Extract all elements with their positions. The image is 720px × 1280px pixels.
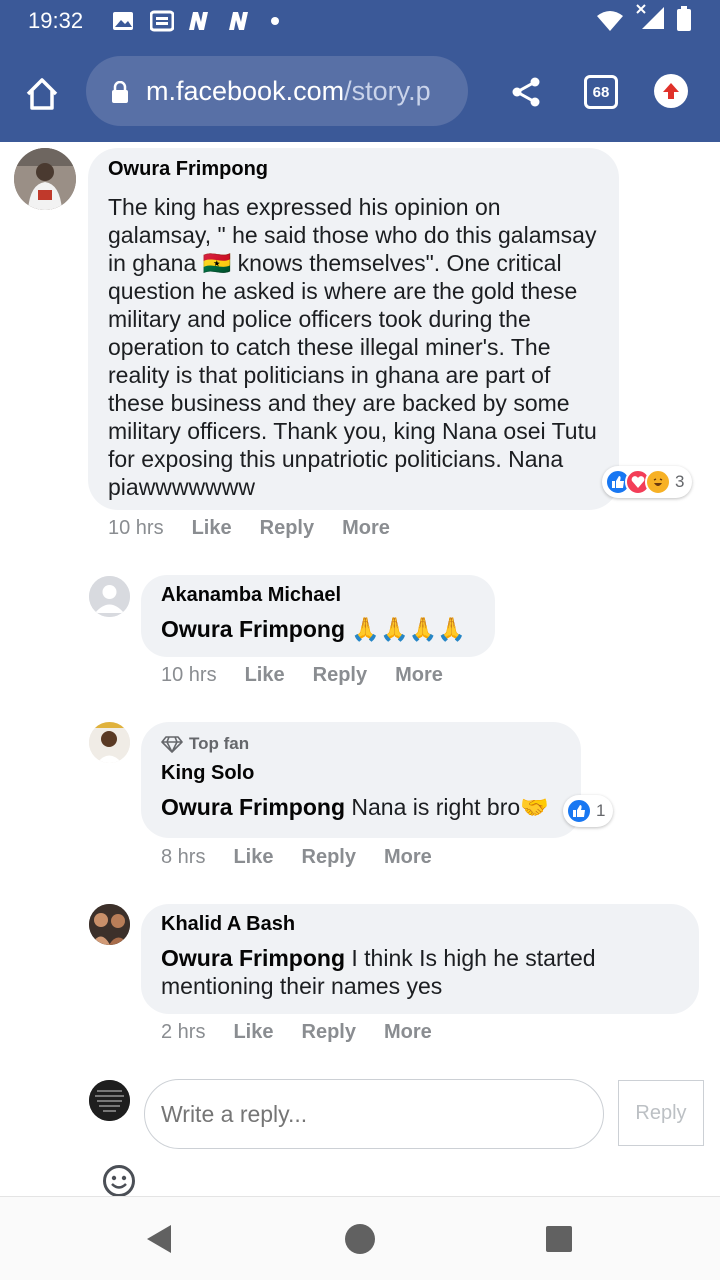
reaction-count: 1 xyxy=(596,801,606,820)
recents-icon[interactable] xyxy=(545,1225,573,1258)
url-path: /story.p xyxy=(344,76,431,106)
browser-top-bar: 19:32 m.facebook.com/story.p 68 xyxy=(0,0,720,142)
reaction-count: 3 xyxy=(675,472,685,491)
mention-link[interactable]: Owura Frimpong xyxy=(161,794,345,820)
reply-author[interactable]: King Solo xyxy=(161,762,561,785)
reply-body: Nana is right bro🤝 xyxy=(345,794,549,820)
comment-bubble: Owura Frimpong The king has expressed hi… xyxy=(88,148,619,510)
more-button[interactable]: More xyxy=(342,517,390,540)
comment-actions: 10 hrs Like Reply More xyxy=(108,517,418,540)
lock-icon xyxy=(110,80,130,108)
avatar[interactable] xyxy=(89,904,130,945)
more-button[interactable]: More xyxy=(384,1021,432,1044)
update-icon[interactable] xyxy=(654,74,688,108)
url-domain: m.facebook.com xyxy=(146,76,345,106)
back-icon[interactable] xyxy=(144,1223,174,1260)
comment-time[interactable]: 10 hrs xyxy=(108,517,164,540)
signal-icon xyxy=(634,4,666,29)
home-nav-icon[interactable] xyxy=(343,1222,377,1261)
home-icon[interactable] xyxy=(22,74,62,114)
url-row: m.facebook.com/story.p 68 xyxy=(0,56,720,128)
reply-body: 🙏🙏🙏🙏 xyxy=(345,616,466,642)
share-icon[interactable] xyxy=(508,74,544,115)
like-reaction-icon xyxy=(566,798,592,824)
top-fan-badge: Top fan xyxy=(161,734,561,754)
avatar[interactable] xyxy=(14,148,76,210)
like-button[interactable]: Like xyxy=(192,517,232,540)
n-app-icon xyxy=(186,10,212,32)
diamond-icon xyxy=(161,735,183,753)
url-text: m.facebook.com/story.p xyxy=(146,76,456,107)
reply-text: Owura Frimpong Nana is right bro🤝 xyxy=(161,793,561,821)
news-icon xyxy=(150,10,174,32)
reply-input[interactable] xyxy=(144,1079,604,1149)
reply-time[interactable]: 2 hrs xyxy=(161,1021,205,1044)
like-button[interactable]: Like xyxy=(233,1021,273,1044)
emoji-icon[interactable] xyxy=(102,1164,136,1198)
top-fan-label: Top fan xyxy=(189,734,250,753)
reply-author[interactable]: Akanamba Michael xyxy=(161,584,475,607)
comment-author[interactable]: Owura Frimpong xyxy=(108,158,599,181)
tab-switcher-button[interactable]: 68 xyxy=(584,75,618,109)
status-time: 19:32 xyxy=(28,8,84,33)
reply-bubble: Akanamba Michael Owura Frimpong 🙏🙏🙏🙏 xyxy=(141,575,495,657)
battery-icon xyxy=(676,6,692,31)
reply-button[interactable]: Reply xyxy=(260,517,314,540)
haha-reaction-icon xyxy=(645,469,671,495)
system-navigation-bar xyxy=(0,1196,720,1280)
mention-link[interactable]: Owura Frimpong xyxy=(161,616,345,642)
more-button[interactable]: More xyxy=(384,846,432,869)
reply-button[interactable]: Reply xyxy=(313,664,367,687)
status-bar: 19:32 xyxy=(0,0,720,44)
reply-bubble: Khalid A Bash Owura Frimpong I think Is … xyxy=(141,904,699,1014)
reply-text: Owura Frimpong 🙏🙏🙏🙏 xyxy=(161,615,475,643)
reply-actions: 2 hrs Like Reply More xyxy=(161,1021,460,1044)
gallery-icon xyxy=(112,10,134,32)
dot-icon xyxy=(270,10,280,32)
reaction-summary[interactable]: 1 xyxy=(563,795,614,827)
reply-button[interactable]: Reply xyxy=(302,1021,356,1044)
reply-text: Owura Frimpong I think Is high he starte… xyxy=(161,944,679,1000)
like-button[interactable]: Like xyxy=(245,664,285,687)
comment-text: The king has expressed his opinion on ga… xyxy=(108,194,597,500)
avatar xyxy=(89,1080,130,1121)
mention-link[interactable]: Owura Frimpong xyxy=(161,945,345,971)
reply-actions: 8 hrs Like Reply More xyxy=(161,846,460,869)
reply-bubble: Top fan King Solo Owura Frimpong Nana is… xyxy=(141,722,581,838)
reply-time[interactable]: 10 hrs xyxy=(161,664,217,687)
reply-button[interactable]: Reply xyxy=(302,846,356,869)
avatar[interactable] xyxy=(89,576,130,617)
n-app-icon xyxy=(226,10,252,32)
address-bar[interactable]: m.facebook.com/story.p xyxy=(86,56,468,126)
reply-author[interactable]: Khalid A Bash xyxy=(161,913,679,936)
like-button[interactable]: Like xyxy=(233,846,273,869)
wifi-icon xyxy=(596,10,624,32)
more-button[interactable]: More xyxy=(395,664,443,687)
reply-actions: 10 hrs Like Reply More xyxy=(161,664,471,687)
submit-reply-button[interactable]: Reply xyxy=(618,1080,704,1146)
reaction-summary[interactable]: 3 xyxy=(602,466,693,498)
reply-time[interactable]: 8 hrs xyxy=(161,846,205,869)
avatar[interactable] xyxy=(89,722,130,763)
